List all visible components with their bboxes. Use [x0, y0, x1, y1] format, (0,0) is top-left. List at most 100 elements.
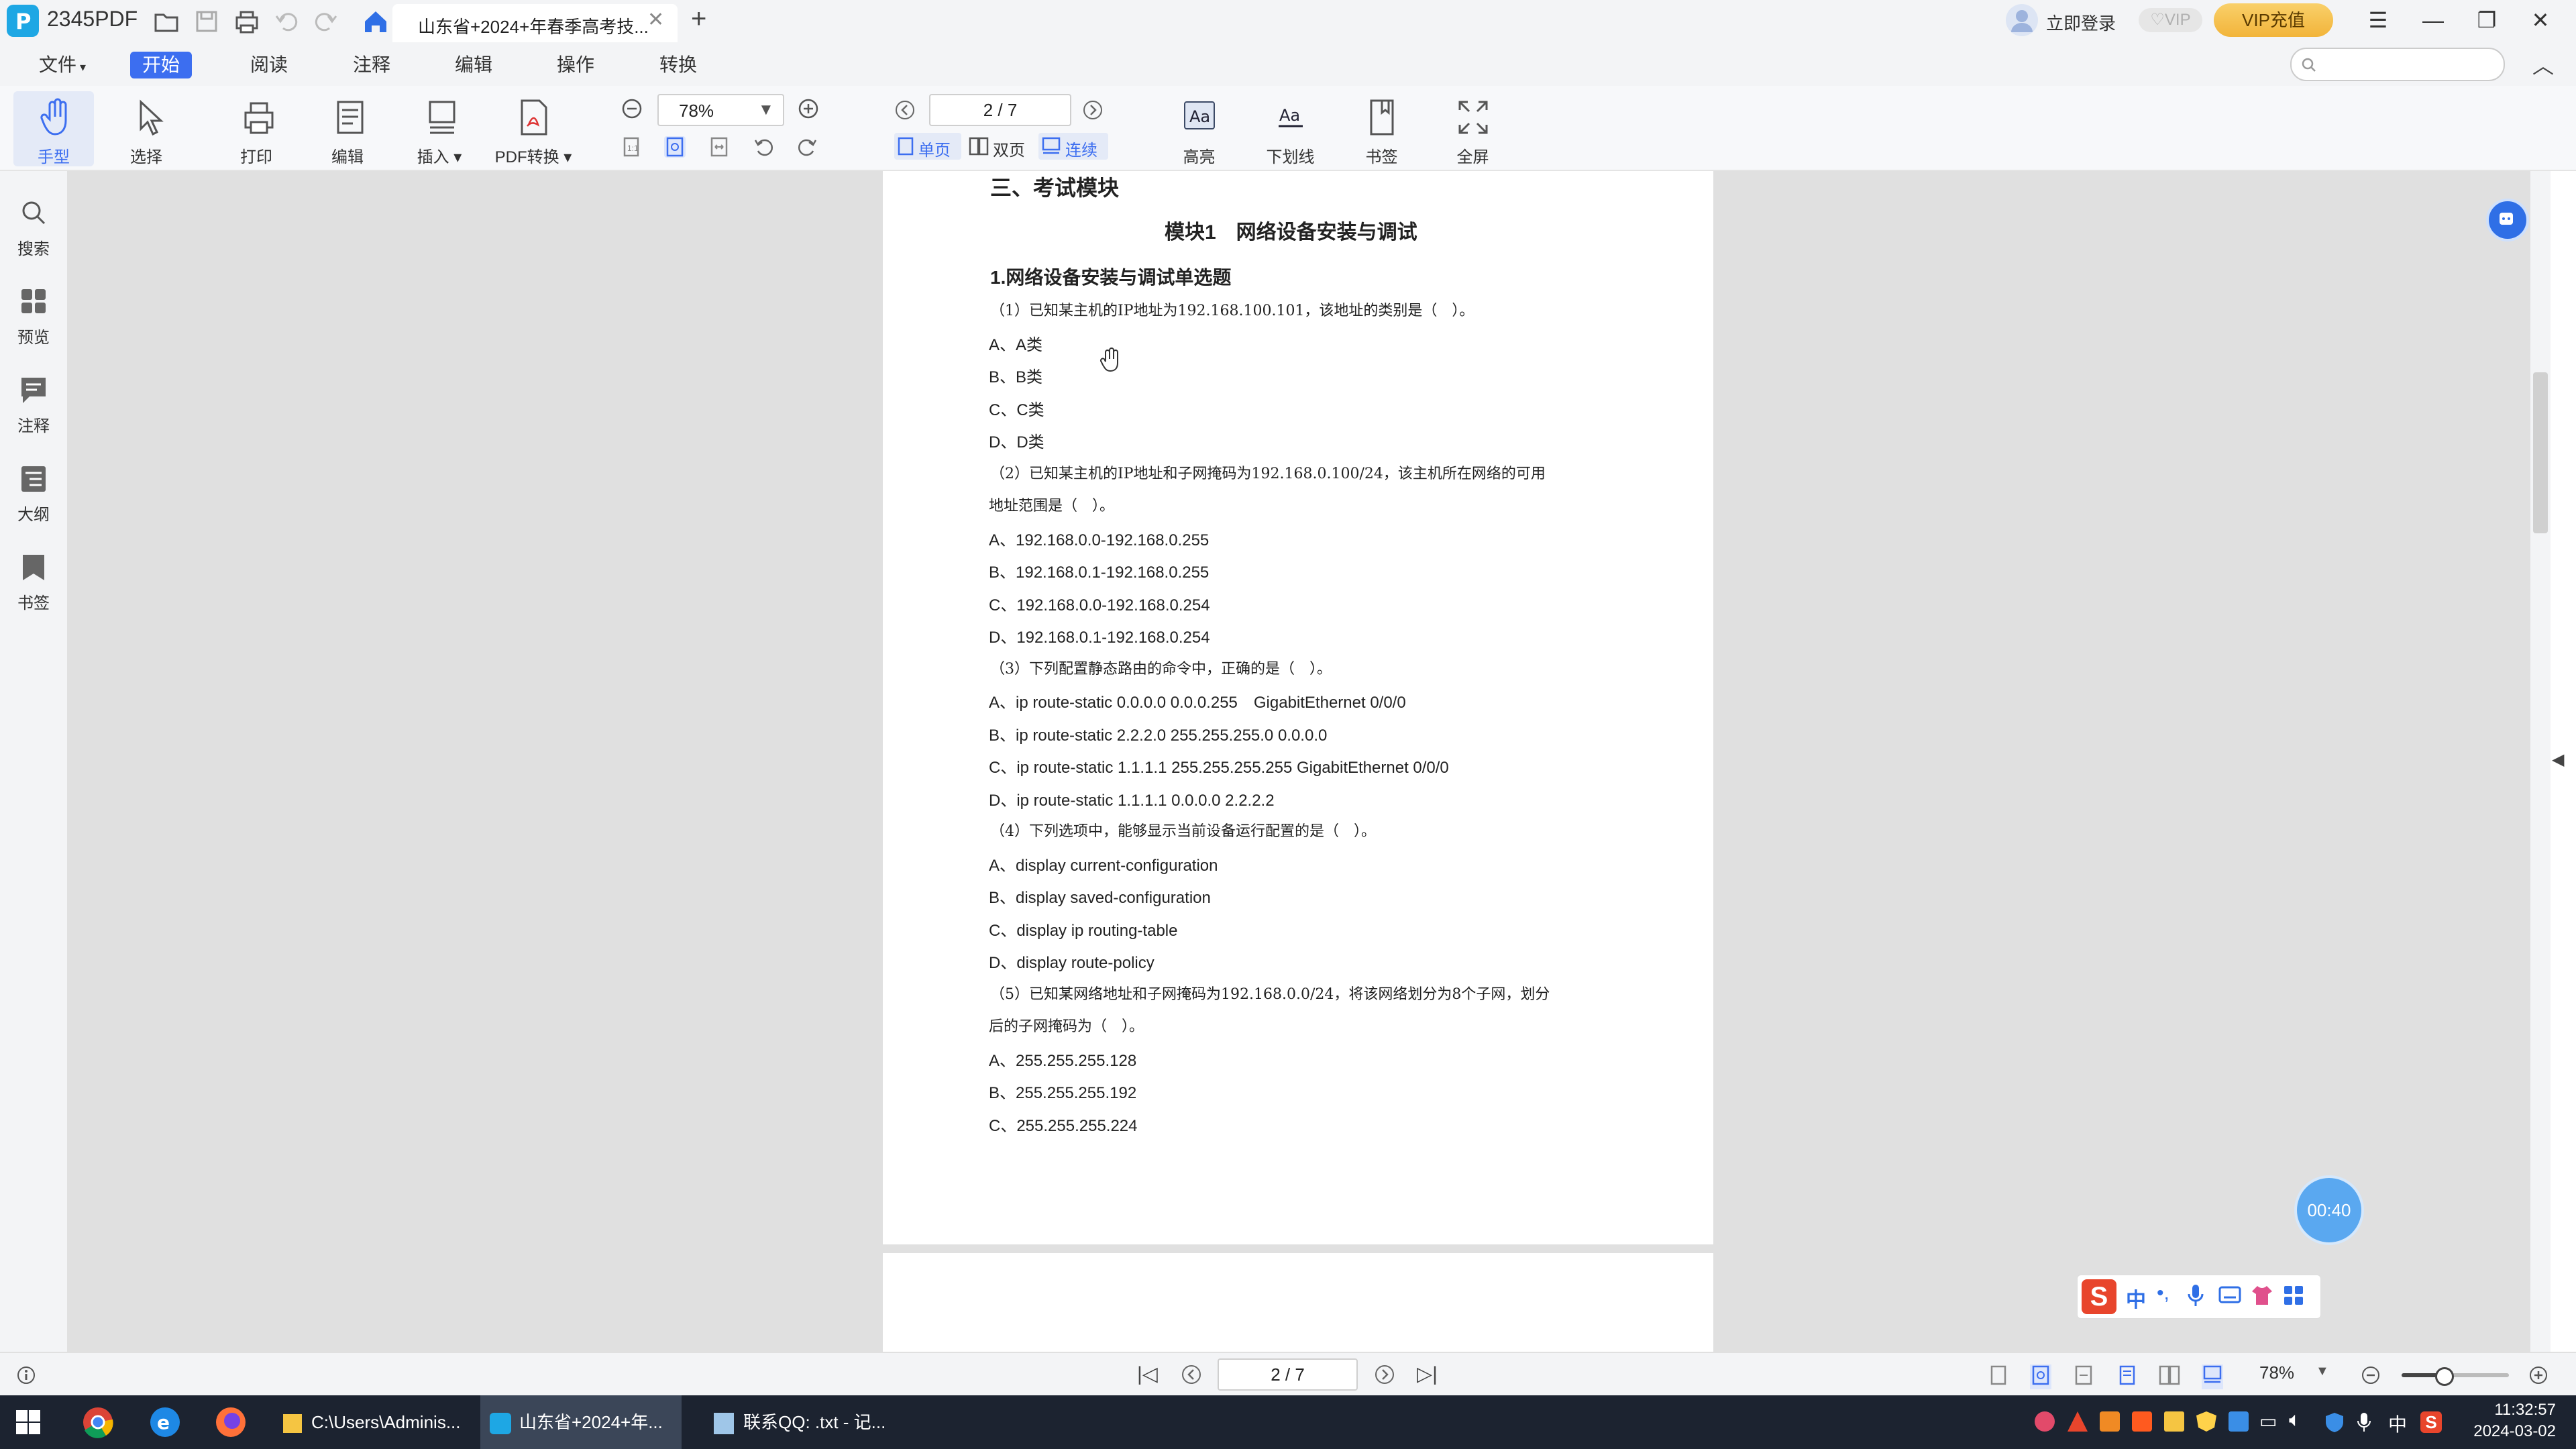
- tray-app-icon[interactable]: [2035, 1411, 2055, 1432]
- taskbar-explorer[interactable]: C:\Users\Adminis...: [274, 1395, 475, 1449]
- vertical-scrollbar[interactable]: [2530, 171, 2551, 1352]
- bookmark-button[interactable]: 书签: [1343, 91, 1420, 166]
- fit-page-icon[interactable]: [664, 136, 686, 158]
- tray-app2-icon[interactable]: [2100, 1411, 2120, 1432]
- restore-icon[interactable]: ❐: [2467, 5, 2507, 36]
- save-icon[interactable]: [193, 8, 220, 35]
- edit-button[interactable]: 编辑: [307, 91, 388, 166]
- menu-annotate[interactable]: 注释: [341, 52, 402, 78]
- insert-button[interactable]: 插入 ▾: [399, 91, 480, 166]
- menu-convert[interactable]: 转换: [647, 52, 709, 78]
- sidebar-item-bookmarks[interactable]: 书签: [0, 544, 67, 618]
- fit-width-icon[interactable]: [2073, 1364, 2094, 1389]
- tray-mic-icon[interactable]: [2356, 1411, 2372, 1436]
- fit-width-icon[interactable]: [708, 136, 730, 158]
- new-tab-button[interactable]: +: [691, 4, 706, 34]
- punctuation-icon[interactable]: •,: [2157, 1282, 2169, 1305]
- zoom-in-icon[interactable]: [2528, 1364, 2549, 1389]
- menu-file[interactable]: 文件 ▾: [27, 52, 98, 78]
- zoom-out-icon[interactable]: [621, 97, 643, 123]
- zoom-slider-handle[interactable]: [2435, 1367, 2454, 1386]
- minimize-icon[interactable]: —: [2413, 5, 2453, 36]
- single-page-view-icon[interactable]: [2116, 1364, 2138, 1389]
- tray-app3-icon[interactable]: [2132, 1411, 2152, 1432]
- last-page-icon[interactable]: ▷|: [1417, 1362, 1438, 1386]
- redo-icon[interactable]: [312, 8, 339, 35]
- sidebar-item-outline[interactable]: 大纲: [0, 455, 67, 529]
- sogou-logo-icon[interactable]: S: [2082, 1279, 2116, 1314]
- zoom-out-icon[interactable]: [2360, 1364, 2381, 1389]
- zoom-in-icon[interactable]: [797, 97, 820, 123]
- continuous-button[interactable]: 连续: [1038, 133, 1108, 160]
- scrollbar-thumb[interactable]: [2533, 372, 2548, 533]
- volume-icon[interactable]: 🔈︎: [2289, 1409, 2301, 1432]
- single-page-button[interactable]: 单页: [894, 133, 961, 160]
- hamburger-menu-icon[interactable]: ☰: [2358, 5, 2398, 36]
- fullscreen-button[interactable]: 全屏: [1434, 91, 1511, 166]
- browser-e-icon[interactable]: e: [149, 1406, 181, 1442]
- first-page-icon[interactable]: |◁: [1137, 1362, 1158, 1386]
- info-icon[interactable]: [16, 1365, 36, 1389]
- document-tab[interactable]: 山东省+2024+年春季高考技... ✕: [392, 4, 678, 42]
- zoom-dropdown-icon[interactable]: ▼: [2316, 1364, 2329, 1379]
- page-number-input[interactable]: 2 / 7: [929, 94, 1071, 126]
- system-clock[interactable]: 11:32:57 2024-03-02: [2455, 1399, 2556, 1442]
- assistant-icon[interactable]: [2486, 199, 2529, 241]
- menu-read[interactable]: 阅读: [238, 52, 300, 78]
- network-icon[interactable]: ▭: [2259, 1410, 2277, 1432]
- taskbar-pdf[interactable]: 山东省+2024+年...: [480, 1395, 682, 1449]
- tray-sogou-icon[interactable]: S: [2420, 1411, 2442, 1433]
- close-tab-icon[interactable]: ✕: [647, 8, 664, 32]
- avatar[interactable]: [2006, 4, 2038, 36]
- firefox-icon[interactable]: [215, 1406, 247, 1442]
- sidebar-item-annotations[interactable]: 注释: [0, 367, 67, 441]
- rotate-right-icon[interactable]: [797, 136, 818, 158]
- close-window-icon[interactable]: ✕: [2520, 5, 2561, 36]
- sidebar-item-preview[interactable]: 预览: [0, 278, 67, 352]
- menu-operate[interactable]: 操作: [545, 52, 606, 78]
- prev-page-icon[interactable]: [894, 99, 916, 124]
- tray-acrobat-icon[interactable]: [2068, 1411, 2088, 1432]
- undo-icon[interactable]: [274, 8, 301, 35]
- rotate-left-icon[interactable]: [753, 136, 774, 158]
- fit-page-icon[interactable]: [2030, 1364, 2051, 1389]
- chrome-icon[interactable]: [82, 1406, 114, 1442]
- prev-page-icon[interactable]: [1181, 1364, 1202, 1389]
- open-folder-icon[interactable]: [153, 8, 180, 35]
- tray-shield-icon[interactable]: [2196, 1411, 2216, 1432]
- status-page-input[interactable]: 2 / 7: [1218, 1358, 1358, 1391]
- double-page-view-icon[interactable]: [2159, 1364, 2180, 1389]
- print-quick-icon[interactable]: [233, 8, 260, 35]
- select-tool-button[interactable]: 选择: [106, 91, 186, 166]
- print-button[interactable]: 打印: [216, 91, 297, 166]
- tray-app4-icon[interactable]: [2229, 1411, 2249, 1432]
- double-page-button[interactable]: 双页: [966, 133, 1033, 160]
- actual-size-icon[interactable]: 1:1: [621, 136, 642, 158]
- tray-folder-icon[interactable]: [2164, 1411, 2184, 1432]
- expand-right-panel-icon[interactable]: ◀: [2552, 750, 2564, 769]
- recording-timer[interactable]: 00:40: [2294, 1175, 2364, 1245]
- status-zoom-value[interactable]: 78%: [2259, 1362, 2294, 1383]
- zoom-select[interactable]: 78% ▼: [657, 94, 784, 126]
- home-icon[interactable]: [362, 8, 389, 35]
- search-input[interactable]: [2290, 48, 2505, 81]
- ime-language-toggle[interactable]: 中: [2126, 1283, 2146, 1313]
- microphone-icon[interactable]: [2186, 1283, 2205, 1311]
- actual-size-icon[interactable]: [1988, 1364, 2009, 1389]
- login-link[interactable]: 立即登录: [2046, 10, 2116, 35]
- tray-ime-indicator[interactable]: 中: [2388, 1410, 2407, 1437]
- collapse-ribbon-icon[interactable]: ︿: [2532, 49, 2554, 80]
- next-page-icon[interactable]: [1082, 99, 1104, 124]
- hand-tool-button[interactable]: 手型: [13, 91, 94, 166]
- skin-shirt-icon[interactable]: [2251, 1285, 2273, 1309]
- pdf-convert-button[interactable]: PDF转换 ▾: [490, 91, 577, 166]
- menu-edit[interactable]: 编辑: [443, 52, 504, 78]
- keyboard-icon[interactable]: [2218, 1285, 2241, 1308]
- vip-recharge-button[interactable]: VIP充值: [2214, 3, 2333, 37]
- windows-start-icon[interactable]: [15, 1409, 42, 1439]
- highlight-button[interactable]: Aa 高亮: [1161, 91, 1238, 166]
- taskbar-notepad[interactable]: 联系QQ: .txt - 记...: [704, 1395, 906, 1449]
- menu-start[interactable]: 开始: [130, 52, 193, 78]
- next-page-icon[interactable]: [1374, 1364, 1395, 1389]
- defender-shield-icon[interactable]: [2324, 1411, 2345, 1436]
